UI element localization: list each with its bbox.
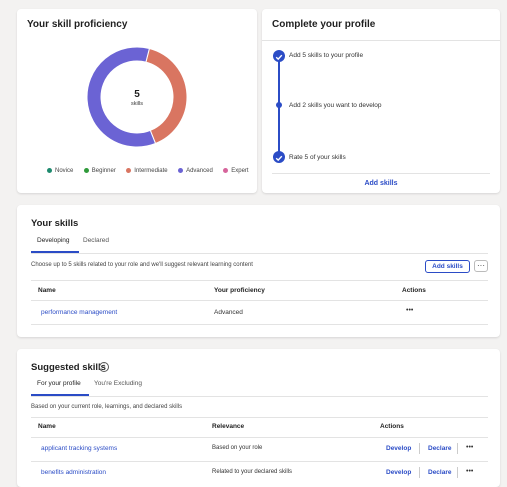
step-1-check-icon bbox=[273, 50, 285, 62]
col-actions-header: Actions bbox=[402, 287, 426, 294]
row-more-actions-button[interactable]: ••• bbox=[466, 444, 473, 451]
legend-novice: Novice bbox=[47, 167, 74, 174]
table-top-border bbox=[31, 280, 488, 281]
relevance-text: Based on your role bbox=[212, 445, 263, 451]
action-separator bbox=[419, 443, 420, 454]
action-separator bbox=[419, 467, 420, 478]
develop-button[interactable]: Develop bbox=[386, 469, 411, 476]
legend-dot bbox=[47, 167, 52, 173]
proficiency-legend: Novice Beginner Intermediate Advanced Ex… bbox=[47, 159, 249, 177]
info-icon[interactable]: i bbox=[99, 362, 109, 372]
donut-center-label: skills bbox=[131, 101, 143, 107]
row-more-actions-button[interactable]: ••• bbox=[406, 307, 413, 314]
step-3-label: Rate 5 of your skills bbox=[289, 154, 346, 161]
action-separator bbox=[457, 443, 458, 454]
profile-title: Complete your profile bbox=[272, 19, 376, 30]
legend-label: Intermediate bbox=[134, 168, 168, 174]
your-skills-card: Your skills Developing Declared Choose u… bbox=[17, 205, 500, 337]
step-3-check-icon bbox=[273, 151, 285, 163]
legend-intermediate: Intermediate bbox=[126, 167, 168, 174]
col-proficiency-header: Your proficiency bbox=[214, 287, 265, 294]
more-options-button[interactable]: ··· bbox=[474, 260, 488, 272]
col-actions-header: Actions bbox=[380, 423, 404, 430]
col-name-header: Name bbox=[38, 423, 56, 430]
action-separator bbox=[457, 467, 458, 478]
step-2-dot-icon bbox=[276, 102, 282, 108]
row-divider bbox=[31, 461, 488, 462]
tab-declared[interactable]: Declared bbox=[83, 237, 109, 244]
legend-expert: Expert bbox=[223, 167, 249, 174]
legend-dot bbox=[83, 167, 89, 173]
legend-advanced: Advanced bbox=[178, 167, 213, 174]
suggested-skill-link[interactable]: applicant tracking systems bbox=[41, 445, 117, 452]
skill-proficiency-card: Your skill proficiency 5 skills Novice B… bbox=[17, 9, 257, 193]
tab-developing[interactable]: Developing bbox=[37, 237, 70, 244]
col-name-header: Name bbox=[38, 287, 56, 294]
your-skills-hint: Choose up to 5 skills related to your ro… bbox=[31, 262, 253, 268]
table-top-border bbox=[31, 417, 488, 418]
add-skills-button[interactable]: Add skills bbox=[425, 260, 470, 273]
header-divider bbox=[31, 437, 488, 438]
divider bbox=[262, 40, 500, 41]
declare-button[interactable]: Declare bbox=[428, 445, 452, 452]
complete-profile-card: Complete your profile Add 5 skills to yo… bbox=[262, 9, 500, 193]
tabs-divider bbox=[31, 396, 488, 397]
step-1-label: Add 5 skills to your profile bbox=[289, 52, 364, 59]
donut-center-value: 5 bbox=[134, 89, 140, 100]
add-skills-link[interactable]: Add skills bbox=[262, 180, 500, 187]
legend-dot bbox=[126, 167, 132, 173]
divider bbox=[272, 173, 490, 174]
suggested-hint: Based on your current role, learnings, a… bbox=[31, 404, 183, 410]
legend-label: Expert bbox=[231, 168, 249, 174]
check-icon bbox=[275, 54, 283, 61]
skill-proficiency-value: Advanced bbox=[214, 309, 243, 316]
suggested-skill-link[interactable]: benefits administration bbox=[41, 469, 106, 476]
col-relevance-header: Relevance bbox=[212, 423, 245, 430]
legend-dot bbox=[178, 167, 184, 173]
skill-name-link[interactable]: performance management bbox=[41, 309, 117, 316]
develop-button[interactable]: Develop bbox=[386, 445, 411, 452]
your-skills-title: Your skills bbox=[31, 218, 79, 229]
row-divider bbox=[31, 324, 488, 325]
suggested-title: Suggested skills bbox=[31, 362, 106, 373]
tabs-divider bbox=[31, 253, 488, 254]
legend-label: Novice bbox=[55, 168, 74, 174]
tab-for-your-profile[interactable]: For your profile bbox=[37, 380, 81, 387]
tab-youre-excluding[interactable]: You're Excluding bbox=[94, 380, 142, 387]
progress-track bbox=[278, 59, 280, 157]
row-more-actions-button[interactable]: ••• bbox=[466, 468, 473, 475]
declare-button[interactable]: Declare bbox=[428, 469, 452, 476]
suggested-skills-card: Suggested skills i For your profile You'… bbox=[17, 349, 500, 487]
legend-label: Beginner bbox=[91, 168, 116, 174]
legend-label: Advanced bbox=[186, 168, 213, 174]
proficiency-title: Your skill proficiency bbox=[27, 19, 128, 30]
check-icon bbox=[275, 155, 283, 162]
header-divider bbox=[31, 300, 488, 301]
relevance-text: Related to your declared skills bbox=[212, 469, 293, 475]
legend-beginner: Beginner bbox=[83, 167, 116, 174]
legend-dot bbox=[223, 167, 229, 173]
step-2-label: Add 2 skills you want to develop bbox=[289, 102, 382, 109]
